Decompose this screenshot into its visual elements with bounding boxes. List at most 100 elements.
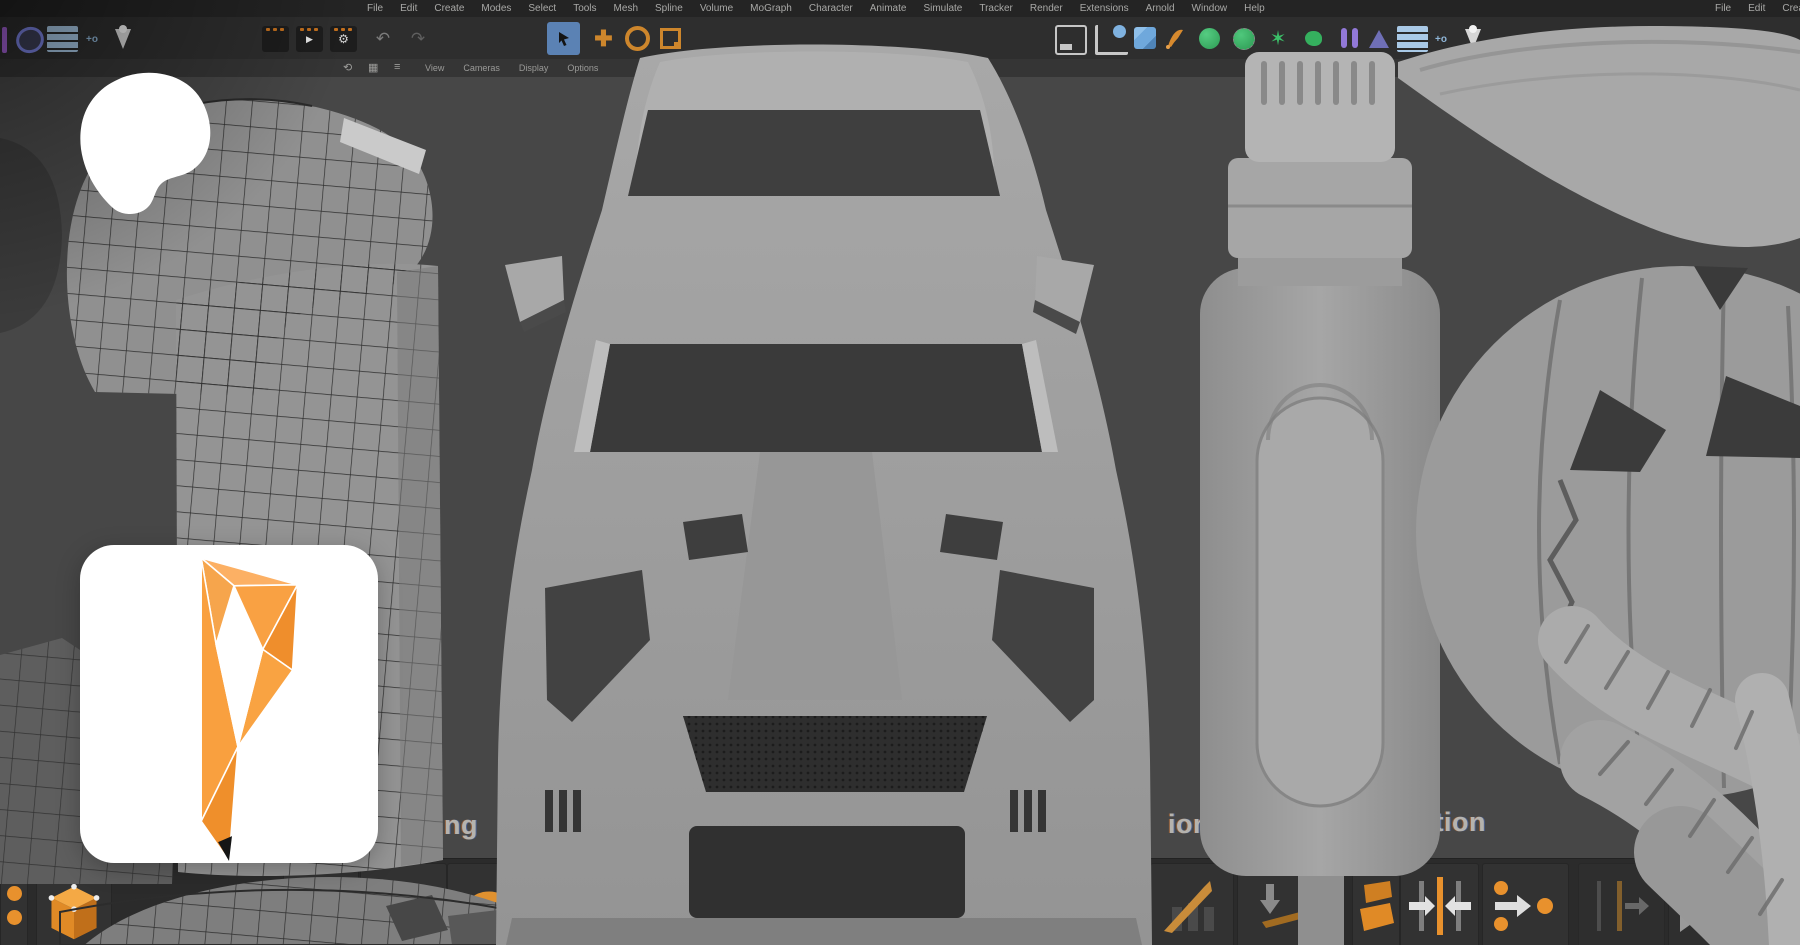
simulate-sphere-icon[interactable] (1230, 25, 1257, 52)
smear-brush-tool[interactable] (447, 863, 525, 945)
deformer-sphere-icon[interactable] (1196, 25, 1223, 52)
menu-render[interactable]: Render (1030, 3, 1063, 14)
falloff-histogram-icon (464, 922, 508, 942)
smear-mound-icon (457, 886, 515, 920)
menu-spline[interactable]: Spline (655, 3, 683, 14)
rotate-tool[interactable] (622, 22, 653, 55)
plane-cut-tool[interactable] (1237, 863, 1319, 945)
viewport-menu-options[interactable]: Options (567, 63, 598, 73)
menu-volume[interactable]: Volume (700, 3, 733, 14)
dolly-view-icon[interactable]: ⊕ (1658, 60, 1668, 74)
viewport-menu-cameras[interactable]: Cameras (463, 63, 500, 73)
add-cube-icon[interactable] (1132, 25, 1158, 51)
menu-bar-secondary-items: File Edit Crea (1715, 0, 1800, 17)
maximize-view-icon[interactable]: ⬓ (1700, 60, 1711, 74)
stitch-arrow-icon (1491, 878, 1561, 934)
mograph-star-icon[interactable]: ✶ (1262, 23, 1294, 53)
menu-mesh[interactable]: Mesh (614, 3, 638, 14)
menu-modes[interactable]: Modes (481, 3, 511, 14)
character-pyramid-icon[interactable] (1367, 26, 1391, 52)
orange-dot-icon (7, 886, 22, 901)
viewport-menu-display[interactable]: Display (519, 63, 549, 73)
viewport-undo-icon[interactable]: ⟲ (343, 61, 352, 74)
orange-dot-icon (7, 910, 22, 925)
pen-glyph (1164, 26, 1186, 50)
joint-tool-icon[interactable] (1334, 24, 1364, 52)
magnet-tool[interactable] (360, 863, 447, 945)
undo-button[interactable]: ↶ (368, 25, 398, 53)
rotate-view-icon[interactable]: ↻ (1680, 60, 1690, 74)
polygon-cube-tool[interactable] (36, 875, 112, 945)
menu-extensions[interactable]: Extensions (1080, 3, 1129, 14)
weld-points-tool[interactable] (1400, 863, 1479, 945)
coordinates-manager-icon[interactable]: +o (83, 27, 101, 51)
bottom-toolbar (0, 858, 1800, 945)
menu-edit[interactable]: Edit (400, 3, 417, 14)
layout-grid-icon-2[interactable] (1397, 26, 1428, 52)
edit-render-settings-button[interactable]: ⚙ (330, 26, 357, 52)
menu-create[interactable]: Create (434, 3, 464, 14)
coordinates-manager-icon-2[interactable]: +o (1432, 27, 1450, 51)
viewport-menu-view[interactable]: View (425, 63, 444, 73)
menu2-file[interactable]: File (1715, 3, 1731, 14)
light-cone-icon[interactable] (113, 25, 133, 53)
stitch-and-sew-tool[interactable] (1482, 863, 1569, 945)
edge-slide-icon (1589, 877, 1655, 935)
viewport-grid-icon[interactable]: ▦ (368, 61, 378, 74)
spline-pen-icon[interactable] (1162, 24, 1188, 52)
menu-arnold[interactable]: Arnold (1146, 3, 1175, 14)
redo-button[interactable]: ↷ (403, 25, 433, 53)
render-frame-icon[interactable] (1055, 25, 1087, 55)
render-to-picture-viewer-button-right[interactable]: ▶ (1646, 26, 1673, 52)
text-fragment-ction: ction (1419, 807, 1486, 838)
render-to-picture-viewer-button[interactable]: ▶ (296, 26, 323, 52)
low-poly-p-logo (80, 545, 378, 863)
menu-character[interactable]: Character (809, 3, 853, 14)
gray-triangle-icon (1676, 890, 1712, 934)
menu-animate[interactable]: Animate (870, 3, 907, 14)
render-view-button[interactable] (262, 26, 289, 52)
viewport-list-icon[interactable]: ≡ (394, 61, 400, 73)
layout-grid-icon[interactable] (47, 26, 78, 52)
extrude-tool[interactable] (1352, 863, 1400, 945)
live-selection-tool[interactable] (547, 22, 580, 55)
menu-simulate[interactable]: Simulate (923, 3, 962, 14)
text-fragment-tio: tio (2, 849, 37, 880)
menu-tools[interactable]: Tools (573, 3, 596, 14)
text-fragment-ion: ion... (1168, 809, 1234, 840)
falloff-histogram-icon (382, 922, 426, 942)
pan-view-icon[interactable]: ✥ (1636, 60, 1646, 74)
knife-icon (1160, 877, 1224, 935)
lasso-brush-icon[interactable] (12, 23, 48, 58)
falloff-profile-tool[interactable] (283, 863, 359, 945)
play-triangle-tool[interactable] (1668, 875, 1720, 945)
light-cone-icon-2[interactable] (1463, 25, 1483, 53)
weld-arrows-icon (1407, 875, 1473, 937)
dark-polygon-tool[interactable] (1085, 875, 1147, 945)
patreon-logo (75, 69, 212, 214)
menu-window[interactable]: Window (1192, 3, 1228, 14)
scale-tool[interactable] (655, 22, 686, 55)
menu2-crea[interactable]: Crea (1782, 3, 1800, 14)
main-toolbar: +o ▶ ⚙ ↶ ↷ ✚ (0, 17, 1800, 60)
menu-mograph[interactable]: MoGraph (750, 3, 792, 14)
menu-tracker[interactable]: Tracker (979, 3, 1013, 14)
move-tool[interactable]: ✚ (588, 22, 619, 55)
banner-screen: File Edit Create Modes Select Tools Mesh Spline… (0, 0, 1800, 945)
edit-render-settings-button-right[interactable]: ⚙ (1680, 26, 1707, 52)
field-blob-icon[interactable] (1302, 27, 1324, 49)
menu-select[interactable]: Select (528, 3, 556, 14)
menu2-edit[interactable]: Edit (1748, 3, 1765, 14)
text-fragment-ng: ng (444, 810, 478, 841)
cursor-icon (556, 31, 572, 47)
menu-bar: File Edit Create Modes Select Tools Mesh Spline… (0, 0, 1800, 17)
render-view-button-right[interactable] (1612, 26, 1639, 52)
picture-viewer-icon[interactable] (1095, 25, 1128, 55)
edge-slide-tool[interactable] (1578, 863, 1665, 945)
color-bar-icon[interactable] (2, 27, 7, 53)
menu-help[interactable]: Help (1244, 3, 1265, 14)
viewport-menu-items: View Cameras Display Options (425, 60, 598, 76)
knife-tool[interactable] (1150, 863, 1234, 945)
menu-file[interactable]: File (367, 3, 383, 14)
magnet-icon (382, 880, 426, 920)
